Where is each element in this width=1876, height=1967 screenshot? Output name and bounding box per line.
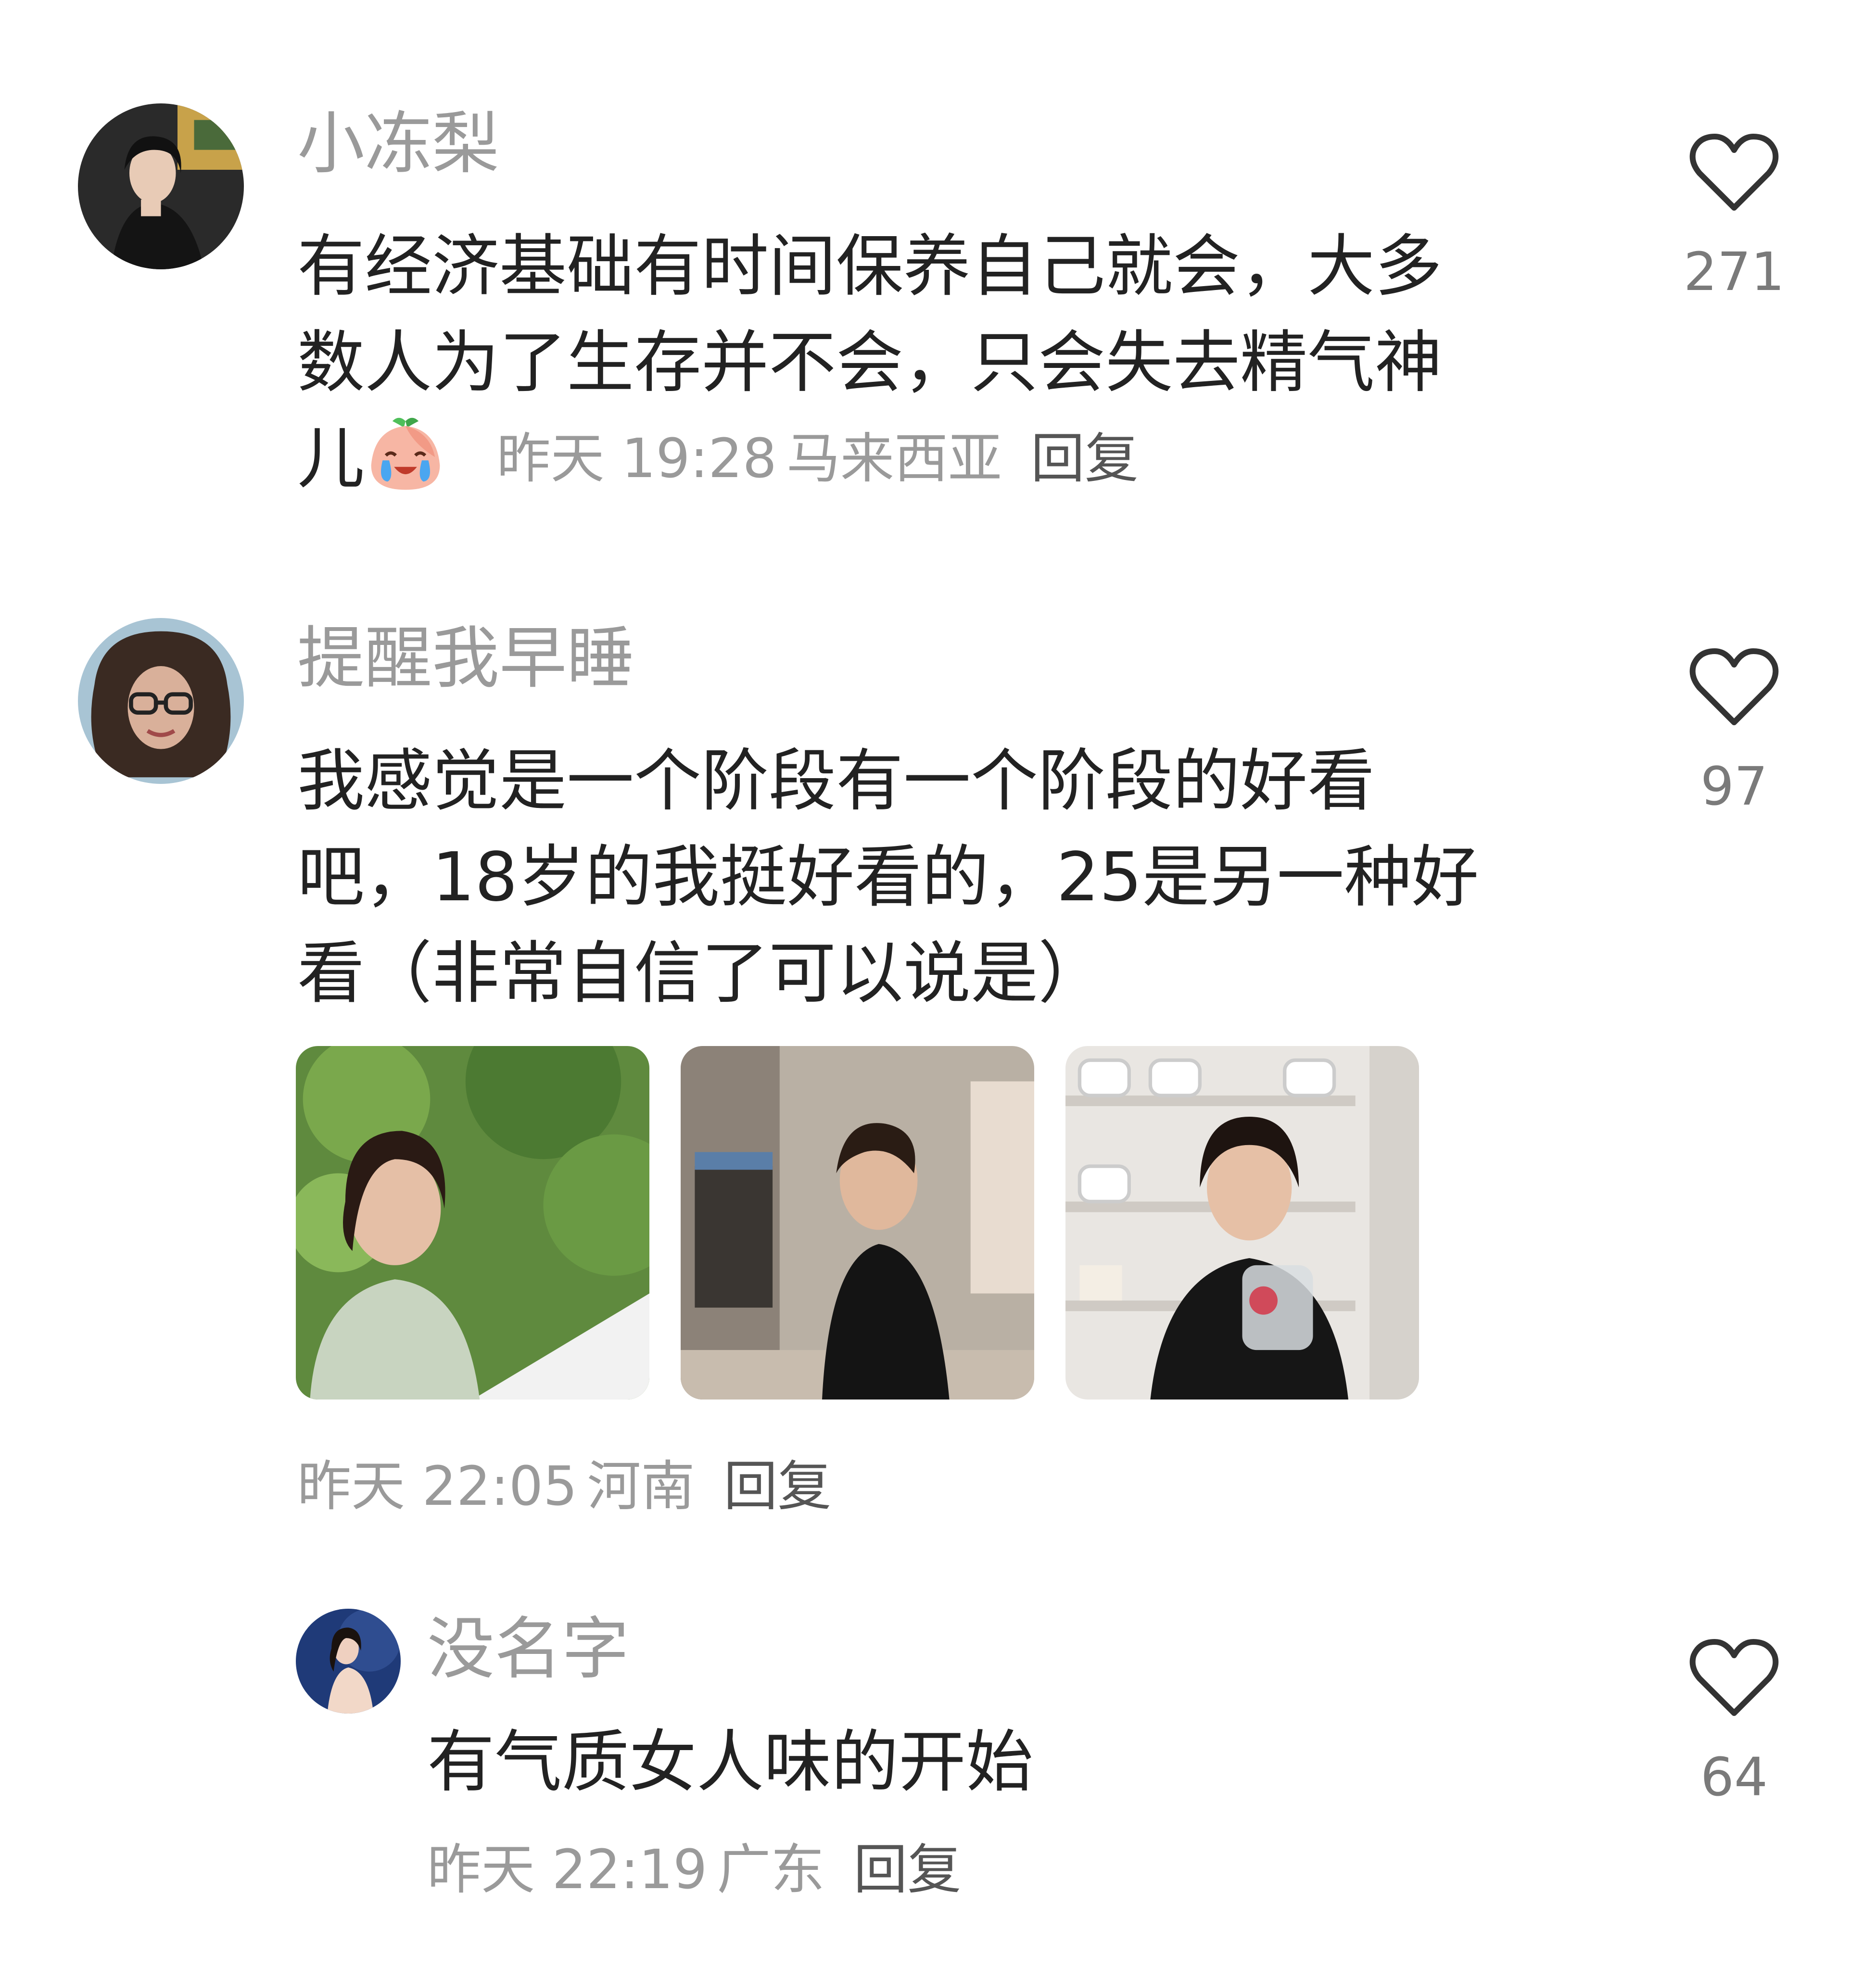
like-count: 271 [1684,241,1785,303]
timestamp: 昨天 19:28 [496,428,777,490]
like-button[interactable]: 64 [1672,1630,1797,1803]
comment-text-line: 我感觉是一个阶段有一个阶段的好看 [297,742,1375,820]
comment-text: 有经济基础有时间保养自己就会，大多 数人为了生存并不会，只会失去精气神 儿 昨天… [297,219,1548,507]
comment-text: 我感觉是一个阶段有一个阶段的好看 吧，18岁的我挺好看的，25是另一种好 看（非… [297,733,1548,1022]
comment-text-line-end: 儿 [297,420,365,498]
photo-thumbnail-cup-shop[interactable] [1065,1046,1419,1400]
reply-meta: 昨天 22:19 广东 回复 [427,1843,961,1897]
comment-text-line: 吧，18岁的我挺好看的，25是另一种好 [297,838,1479,917]
like-button[interactable]: 97 [1672,640,1797,813]
crying-peach-emoji-icon [371,417,440,490]
reply-text: 有气质女人味的开始 [427,1723,1034,1802]
avatar[interactable] [296,1609,401,1714]
username[interactable]: 没名字 [427,1616,629,1683]
username[interactable]: 小冻梨 [297,111,499,178]
photo-thumbnail-clothing-store[interactable] [681,1046,1034,1400]
heart-icon[interactable] [1686,640,1782,736]
location: 马来西亚 [786,428,1002,490]
photo-thumbnail-greenery[interactable] [296,1046,649,1400]
comment-text-line: 有经济基础有时间保养自己就会，大多 [297,227,1443,306]
comment-text-line: 儿 昨天 19:28 马来西亚 回复 [297,411,1548,507]
comment-text-line: 数人为了生存并不会，只会失去精气神 [297,324,1443,402]
timestamp: 昨天 22:05 [297,1455,578,1518]
like-count: 97 [1700,756,1768,817]
comment-text-line: 看（非常自信了可以说是） [297,934,1106,1013]
comment-meta: 昨天 19:28 马来西亚 回复 [497,428,1139,490]
location: 广东 [717,1839,825,1901]
like-count: 64 [1700,1746,1768,1808]
reply-button[interactable]: 回复 [723,1455,831,1518]
location: 河南 [587,1455,695,1518]
heart-icon[interactable] [1686,125,1782,221]
timestamp: 昨天 22:19 [427,1839,708,1901]
reply-button[interactable]: 回复 [1031,428,1139,490]
username[interactable]: 提醒我早睡 [297,625,634,693]
avatar[interactable] [78,618,244,784]
heart-icon[interactable] [1686,1630,1782,1727]
avatar[interactable] [78,103,244,269]
reply-button[interactable]: 回复 [853,1839,961,1901]
like-button[interactable]: 271 [1672,125,1797,298]
comment-meta: 昨天 22:05 河南 回复 [297,1460,831,1513]
